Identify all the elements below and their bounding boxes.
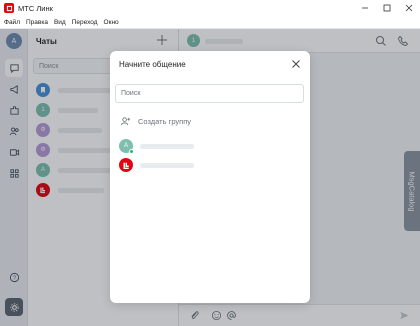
title-bar: МТС Линк bbox=[0, 0, 420, 16]
dialog-search-input[interactable]: Поиск bbox=[115, 84, 304, 103]
minimize-button[interactable] bbox=[354, 0, 376, 16]
add-group-icon bbox=[120, 117, 131, 126]
contact-item[interactable] bbox=[119, 158, 194, 172]
mts-logo-icon bbox=[123, 162, 129, 169]
contact-name-placeholder bbox=[140, 162, 194, 168]
close-window-button[interactable] bbox=[398, 0, 420, 16]
dialog-title: Начните общение bbox=[119, 60, 186, 69]
contact-avatar: A bbox=[119, 139, 134, 154]
menu-go[interactable]: Переход bbox=[72, 19, 98, 26]
maximize-button[interactable] bbox=[376, 0, 398, 16]
menu-window[interactable]: Окно bbox=[104, 19, 119, 26]
online-status-dot bbox=[129, 149, 134, 154]
start-conversation-dialog: Начните общение Поиск Создать группу A bbox=[110, 51, 310, 303]
menu-bar: Файл Правка Вид Переход Окно bbox=[0, 16, 420, 29]
create-group-button[interactable]: Создать группу bbox=[120, 116, 191, 127]
close-icon[interactable] bbox=[291, 59, 301, 69]
menu-edit[interactable]: Правка bbox=[26, 19, 48, 26]
close-icon bbox=[405, 4, 413, 12]
contact-name-placeholder bbox=[140, 143, 194, 149]
contact-avatar bbox=[119, 158, 133, 172]
contact-item[interactable]: A bbox=[119, 139, 194, 154]
create-group-label: Создать группу bbox=[138, 117, 192, 126]
contact-avatar-letter: A bbox=[123, 143, 128, 149]
menu-file[interactable]: Файл bbox=[4, 19, 20, 26]
app-logo-icon bbox=[4, 3, 14, 13]
window-title: МТС Линк bbox=[18, 3, 53, 13]
minimize-icon bbox=[362, 7, 368, 9]
maximize-icon bbox=[383, 4, 391, 12]
menu-view[interactable]: Вид bbox=[54, 19, 66, 26]
